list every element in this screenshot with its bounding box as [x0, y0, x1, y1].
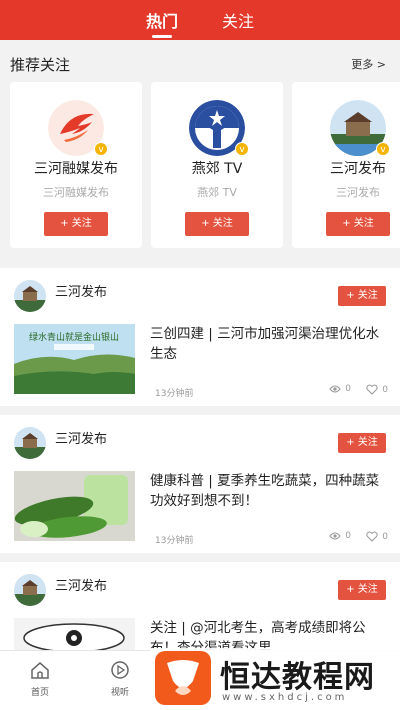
card-subtitle: 燕郊 TV [197, 186, 237, 199]
heart-icon [366, 531, 378, 542]
follow-button[interactable]: + 关注 [338, 433, 386, 453]
like-count[interactable]: 0 [366, 384, 388, 395]
eye-icon [329, 385, 341, 393]
recommend-cards: v 三河融媒发布 三河融媒发布 + 关注 v 燕郊 TV 燕郊 TV + 关注 [10, 82, 400, 248]
card-name: 三河融媒发布 [34, 161, 118, 177]
heart-icon [366, 384, 378, 395]
follow-button[interactable]: + 关注 [44, 212, 108, 236]
nav-home[interactable]: 首页 [0, 651, 80, 710]
article-title[interactable]: 健康科普 | 夏季养生吃蔬菜，四种蔬菜功效好到想不到！ [150, 471, 388, 511]
verified-badge: v [94, 142, 108, 156]
feed-post[interactable]: 三河发布 + 关注 健康科普 | 夏季养生吃蔬菜，四种蔬菜功效好到想不到！ 13… [0, 415, 400, 553]
view-count-value: 0 [345, 531, 351, 541]
verified-badge: v [235, 142, 249, 156]
card-name: 三河发布 [330, 161, 386, 177]
view-count-value: 0 [345, 384, 351, 394]
like-count-value: 0 [382, 384, 388, 395]
card-name: 燕郊 TV [191, 161, 243, 177]
author-avatar[interactable] [14, 427, 46, 459]
home-icon [31, 662, 49, 679]
recommend-title: 推荐关注 [10, 55, 71, 74]
eye-icon [329, 532, 341, 540]
follow-button[interactable]: + 关注 [338, 580, 386, 600]
watermark-text: 恒达教程网 [220, 660, 375, 695]
watermark: 恒达教程网 www.sxhdcj.com [150, 648, 400, 710]
article-thumbnail[interactable] [14, 471, 135, 541]
top-tab-bar: 热门 关注 [0, 0, 400, 40]
like-count[interactable]: 0 [366, 531, 388, 542]
feed-post[interactable]: 三河发布 + 关注 绿水青山就是金山银山 三创四建 | 三河市加强河渠治理优化水… [0, 268, 400, 406]
post-time: 13分钟前 [155, 536, 194, 546]
watermark-logo-icon [155, 651, 211, 705]
nav-home-label: 首页 [30, 688, 49, 698]
thumbnail-caption: 绿水青山就是金山银山 [29, 331, 119, 343]
article-title[interactable]: 三创四建 | 三河市加强河渠治理优化水生态 [150, 324, 388, 364]
follow-button[interactable]: + 关注 [185, 212, 249, 236]
recommend-card[interactable]: v 燕郊 TV 燕郊 TV + 关注 [151, 82, 283, 248]
view-count: 0 [329, 531, 351, 541]
author-name[interactable]: 三河发布 [55, 575, 107, 594]
view-count: 0 [329, 384, 351, 394]
verified-badge: v [376, 142, 390, 156]
tab-following[interactable]: 关注 [222, 8, 254, 40]
follow-button[interactable]: + 关注 [326, 212, 390, 236]
article-thumbnail[interactable]: 绿水青山就是金山银山 [14, 324, 135, 394]
recommend-section: 推荐关注 更多 > v 三河融媒发布 三河融媒发布 + 关注 v 燕郊 TV 燕… [0, 40, 400, 258]
news-feed: 三河发布 + 关注 绿水青山就是金山银山 三创四建 | 三河市加强河渠治理优化水… [0, 268, 400, 709]
watermark-url: www.sxhdcj.com [222, 692, 348, 703]
nav-media-label: 视听 [110, 688, 129, 698]
tab-hot[interactable]: 热门 [146, 8, 178, 40]
author-avatar[interactable] [14, 280, 46, 312]
more-link[interactable]: 更多 > [351, 56, 386, 72]
recommend-card[interactable]: v 三河融媒发布 三河融媒发布 + 关注 [10, 82, 142, 248]
card-subtitle: 三河融媒发布 [43, 186, 109, 199]
author-avatar[interactable] [14, 574, 46, 606]
post-time: 13分钟前 [155, 389, 194, 399]
card-subtitle: 三河发布 [336, 186, 380, 199]
play-icon [111, 661, 129, 679]
recommend-header: 推荐关注 更多 > [0, 40, 400, 88]
author-name[interactable]: 三河发布 [55, 428, 107, 447]
follow-button[interactable]: + 关注 [338, 286, 386, 306]
like-count-value: 0 [382, 531, 388, 542]
author-name[interactable]: 三河发布 [55, 281, 107, 300]
nav-media[interactable]: 视听 [80, 651, 160, 710]
recommend-card[interactable]: v 三河发布 三河发布 + 关注 [292, 82, 400, 248]
